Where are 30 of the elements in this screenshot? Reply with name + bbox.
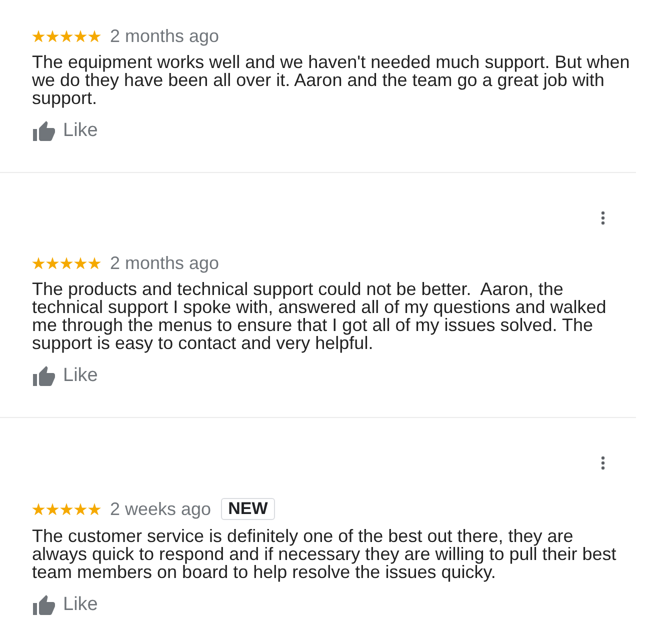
new-badge: NEW xyxy=(221,498,275,520)
star-icon xyxy=(46,502,59,516)
like-button[interactable]: Like xyxy=(32,364,98,388)
star-icon xyxy=(60,30,73,42)
review-text: The customer service is definitely one of the best out there, they are always quick to respond and if necessary they are willing to pull their best team members on board to help resolve the issues quicky. xyxy=(32,527,618,581)
star-icon xyxy=(32,256,45,270)
thumbs-up-icon xyxy=(33,121,55,141)
review-time: 2 months ago xyxy=(110,253,220,273)
star-icon xyxy=(88,256,101,270)
like-button[interactable]: Like xyxy=(32,593,98,617)
star-icon xyxy=(46,256,59,270)
review-time: 2 months ago xyxy=(110,26,220,46)
star-icon xyxy=(88,30,101,42)
star-icon xyxy=(60,256,73,270)
review-text: The equipment works well and we haven't needed much support. But when we do they have been all over it. Aaron and the team go a great job with support. xyxy=(32,53,631,107)
star-icon xyxy=(46,30,59,42)
review-text: The products and technical support could not be better. Aaron, the technical support I spoke with, answered all of my questions and walked me through the menus to ensure that I got all of my issues solved. The support is easy to contact and very helpful. xyxy=(32,280,608,352)
star-icon xyxy=(88,502,101,516)
star-icon xyxy=(74,30,87,42)
star-icon xyxy=(60,502,73,516)
more-options-icon[interactable] xyxy=(601,211,605,225)
star-icon xyxy=(74,256,87,270)
more-options-icon[interactable] xyxy=(601,456,605,470)
thumbs-up-icon xyxy=(33,366,55,386)
thumbs-up-icon xyxy=(33,595,55,615)
star-icon xyxy=(32,502,45,516)
like-button[interactable]: Like xyxy=(32,119,98,143)
star-icon xyxy=(74,502,87,516)
star-icon xyxy=(32,30,45,42)
review-time: 2 weeks ago xyxy=(110,499,212,519)
